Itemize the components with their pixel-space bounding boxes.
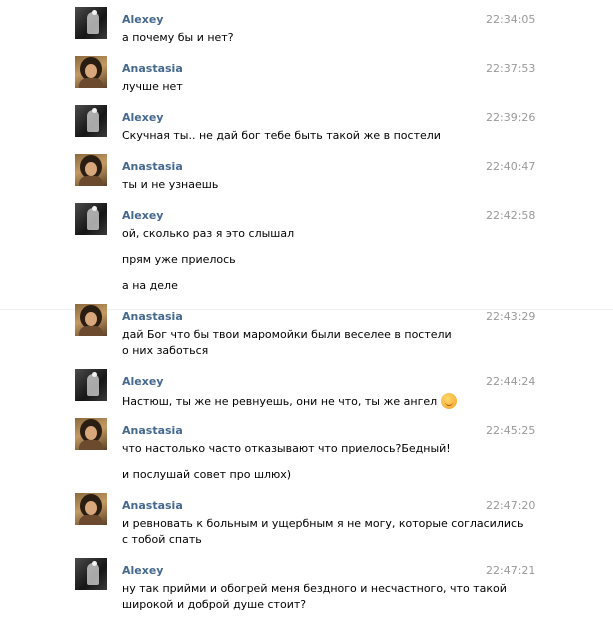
avatar[interactable] bbox=[75, 369, 107, 401]
message-time: 22:39:26 bbox=[486, 111, 536, 124]
author-name[interactable]: Anastasia bbox=[122, 62, 183, 75]
avatar[interactable] bbox=[75, 304, 107, 336]
avatar[interactable] bbox=[75, 56, 107, 88]
message-text: Скучная ты.. не дай бог тебе быть такой … bbox=[122, 129, 441, 142]
message-time: 22:40:47 bbox=[486, 160, 536, 173]
avatar[interactable] bbox=[75, 7, 107, 39]
message-text: с тобой спать bbox=[122, 533, 202, 546]
message-time: 22:47:20 bbox=[486, 499, 536, 512]
message-text: и послушай совет про шлюх) bbox=[122, 468, 292, 481]
message-text-content: Настюш, ты же не ревнуешь, они не что, т… bbox=[122, 395, 438, 408]
author-name[interactable]: Anastasia bbox=[122, 424, 183, 437]
avatar[interactable] bbox=[75, 203, 107, 235]
author-name[interactable]: Anastasia bbox=[122, 499, 183, 512]
author-name[interactable]: Alexey bbox=[122, 111, 163, 124]
author-name[interactable]: Alexey bbox=[122, 209, 163, 222]
message-text: и ревновать к больным и ущербным я не мо… bbox=[122, 517, 524, 530]
avatar[interactable] bbox=[75, 558, 107, 590]
message-time: 22:42:58 bbox=[486, 209, 536, 222]
avatar[interactable] bbox=[75, 105, 107, 137]
blushing-smile-emoji bbox=[441, 393, 458, 409]
author-name[interactable]: Alexey bbox=[122, 13, 163, 26]
message-text: а на деле bbox=[122, 279, 178, 292]
message-text: о них заботься bbox=[122, 344, 209, 357]
message-time: 22:44:24 bbox=[486, 375, 536, 388]
author-name[interactable]: Alexey bbox=[122, 564, 163, 577]
message-text: ой, сколько раз я это слышал bbox=[122, 227, 295, 240]
message-text: что настолько часто отказывают что приел… bbox=[122, 442, 451, 455]
message-time: 22:45:25 bbox=[486, 424, 536, 437]
author-name[interactable]: Anastasia bbox=[122, 310, 183, 323]
message-text: ты и не узнаешь bbox=[122, 178, 219, 191]
message-text: а почему бы и нет? bbox=[122, 31, 234, 44]
message-text: дай Бог что бы твои маромойки были весел… bbox=[122, 328, 452, 341]
avatar[interactable] bbox=[75, 154, 107, 186]
message-text: широкой и доброй душе стоит? bbox=[122, 598, 307, 611]
message-text: ну так прийми и обогрей меня бездного и … bbox=[122, 582, 507, 595]
message-text: прям уже приелось bbox=[122, 253, 236, 266]
message-time: 22:37:53 bbox=[486, 62, 536, 75]
author-name[interactable]: Anastasia bbox=[122, 160, 183, 173]
message-text: лучше нет bbox=[122, 80, 183, 93]
avatar[interactable] bbox=[75, 418, 107, 450]
author-name[interactable]: Alexey bbox=[122, 375, 163, 388]
avatar[interactable] bbox=[75, 493, 107, 525]
message-time: 22:47:21 bbox=[486, 564, 536, 577]
message-time: 22:43:29 bbox=[486, 310, 536, 323]
message-time: 22:34:05 bbox=[486, 13, 536, 26]
message-text: Настюш, ты же не ревнуешь, они не что, т… bbox=[122, 393, 458, 409]
